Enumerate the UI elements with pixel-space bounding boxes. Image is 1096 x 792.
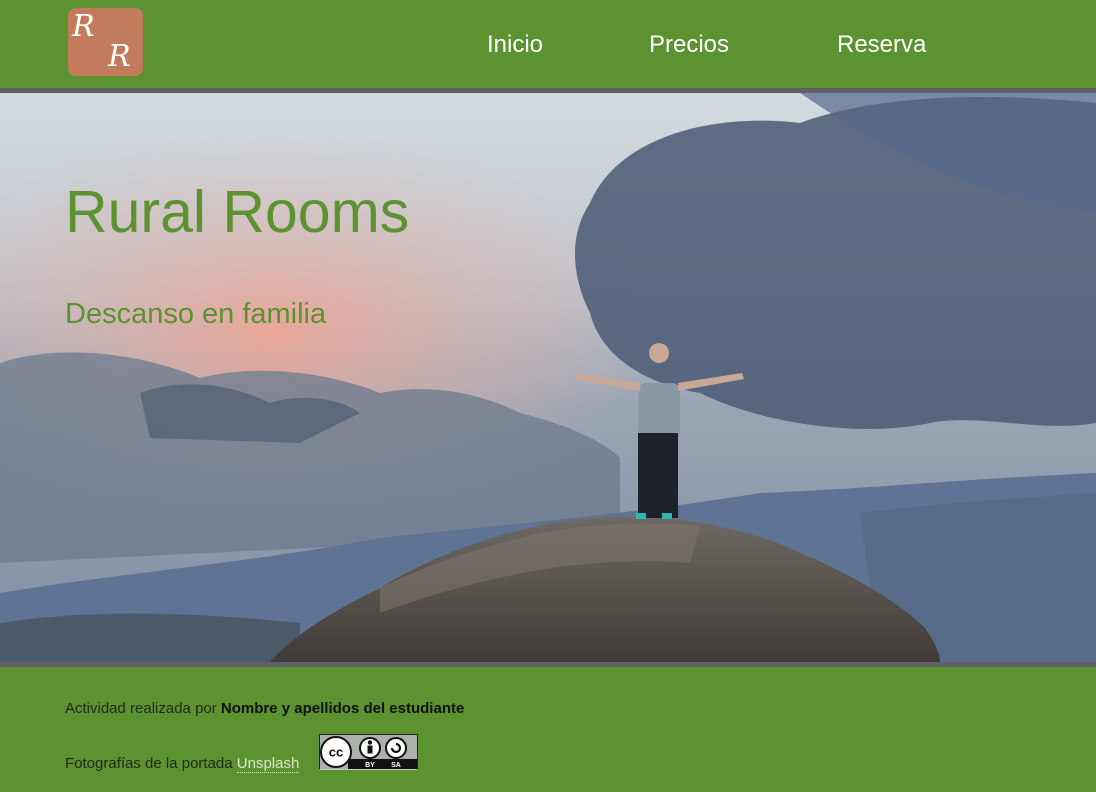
page-title: Rural Rooms — [65, 179, 410, 245]
student-name: Nombre y apellidos del estudiante — [220, 700, 465, 717]
footer-photos: Fotografías de la portada Unsplash — [65, 755, 300, 773]
footer-divider — [0, 662, 1096, 667]
cc-by-sa-license-badge[interactable]: cc BY SA — [319, 734, 418, 770]
nav-link-precios[interactable]: Precios — [649, 31, 729, 59]
logo-letter: R — [72, 9, 95, 44]
cc-by-label: BY — [365, 762, 375, 769]
site-logo[interactable]: R R — [68, 8, 143, 76]
credit-prefix: Actividad realizada por — [65, 700, 221, 717]
site-header: R R Inicio Precios Reserva — [0, 0, 1096, 88]
page-subtitle: Descanso en familia — [65, 298, 327, 330]
nav-link-inicio[interactable]: Inicio — [487, 31, 543, 59]
hero-banner: Rural Rooms Descanso en familia — [0, 93, 1096, 662]
logo-letter: R — [108, 39, 131, 74]
nav-link-reserva[interactable]: Reserva — [837, 31, 926, 59]
photos-prefix: Fotografías de la portada — [65, 755, 237, 772]
cc-sa-label: SA — [391, 762, 401, 769]
unsplash-link[interactable]: Unsplash — [236, 755, 300, 773]
footer-credit: Actividad realizada por Nombre y apellid… — [65, 700, 464, 718]
cc-mark: cc — [329, 745, 343, 760]
cc-license-icon: cc BY SA — [320, 735, 417, 769]
